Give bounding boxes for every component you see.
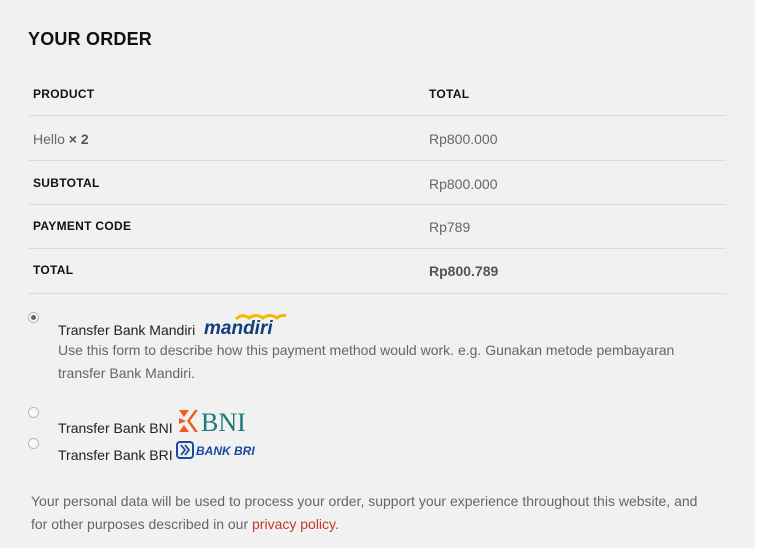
payment-method-bri[interactable]: Transfer Bank BRI BANK BRI xyxy=(28,437,708,463)
total-value: Rp800.789 xyxy=(429,263,499,279)
subtotal-label: SUBTOTAL xyxy=(33,176,100,190)
mandiri-label[interactable]: Transfer Bank Mandiri xyxy=(58,322,195,338)
subtotal-row: SUBTOTAL Rp800.000 xyxy=(28,161,726,205)
payment-code-value: Rp789 xyxy=(429,219,471,235)
bri-label[interactable]: Transfer Bank BRI xyxy=(58,447,173,463)
product-total: Rp800.000 xyxy=(429,131,498,147)
total-row: TOTAL Rp800.789 xyxy=(28,249,726,294)
bni-label[interactable]: Transfer Bank BNI xyxy=(58,420,173,436)
privacy-notice: Your personal data will be used to proce… xyxy=(31,490,711,536)
product-quantity: × 2 xyxy=(68,131,89,147)
payment-method-mandiri[interactable]: Transfer Bank Mandiri mandiri Use this f… xyxy=(28,312,708,392)
mandiri-radio[interactable] xyxy=(28,312,39,323)
subtotal-value: Rp800.000 xyxy=(429,176,498,192)
privacy-text: Your personal data will be used to proce… xyxy=(31,493,698,532)
privacy-end: . xyxy=(335,516,339,532)
mandiri-description: Use this form to describe how this payme… xyxy=(58,342,675,381)
order-title: YOUR ORDER xyxy=(28,29,153,49)
bni-logo-text: BNI xyxy=(201,408,246,434)
bri-radio[interactable] xyxy=(28,438,39,449)
mandiri-logo-text: mandiri xyxy=(204,318,273,336)
payment-code-row: PAYMENT CODE Rp789 xyxy=(28,205,726,249)
total-label: TOTAL xyxy=(33,263,74,277)
product-column-header: PRODUCT xyxy=(33,87,95,101)
bni-radio[interactable] xyxy=(28,407,39,418)
product-name: Hello xyxy=(33,131,65,147)
privacy-policy-link[interactable]: privacy policy xyxy=(252,516,335,532)
order-table: PRODUCT TOTAL Hello × 2 Rp800.000 SUBTOT… xyxy=(28,72,726,294)
total-column-header: TOTAL xyxy=(429,87,470,101)
bri-logo-icon: BANK BRI xyxy=(176,441,255,459)
table-row: Hello × 2 Rp800.000 xyxy=(28,116,726,161)
bri-logo-text: BANK BRI xyxy=(196,444,255,458)
mandiri-logo-icon: mandiri xyxy=(204,313,287,336)
bni-logo-icon: BNI xyxy=(179,408,246,434)
table-header-row: PRODUCT TOTAL xyxy=(28,72,726,116)
payment-method-bni[interactable]: Transfer Bank BNI BNI xyxy=(28,406,708,436)
payment-code-label: PAYMENT CODE xyxy=(33,219,132,233)
product-line: Hello × 2 xyxy=(33,131,89,147)
